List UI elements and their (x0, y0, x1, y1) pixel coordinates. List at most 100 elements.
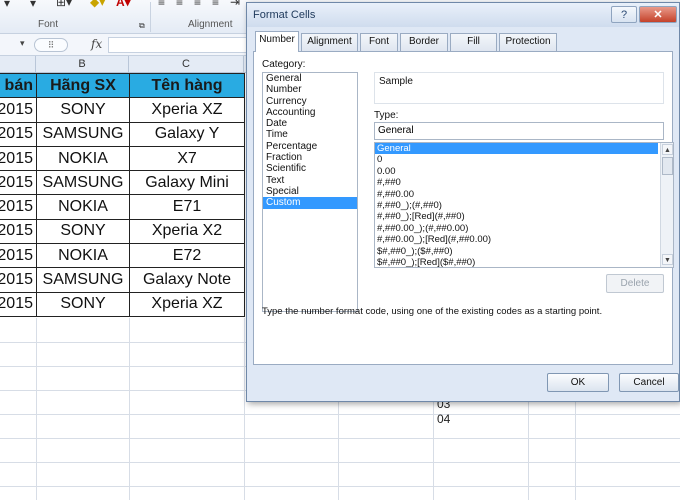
formula-bar-expand-icon[interactable]: ⠿ (34, 38, 68, 52)
tab-number[interactable]: Number (255, 31, 299, 52)
help-button[interactable]: ? (611, 6, 637, 23)
indent-icon[interactable]: ⇥ (230, 0, 240, 9)
delete-button[interactable]: Delete (606, 274, 664, 293)
category-item[interactable]: Accounting (263, 107, 357, 118)
table-cell[interactable]: SONY (36, 97, 130, 123)
table-cell[interactable]: Xperia X2 (129, 218, 245, 245)
category-item[interactable]: Date (263, 118, 357, 129)
scroll-thumb[interactable] (662, 157, 673, 175)
category-item-selected[interactable]: Custom (263, 197, 357, 209)
type-item[interactable]: #,##0.00 (375, 189, 673, 200)
table-cell[interactable]: SAMSUNG (36, 267, 130, 293)
tab-fill[interactable]: Fill (450, 33, 497, 51)
fill-color-icon[interactable]: ◆▾ (90, 0, 105, 9)
table-cell[interactable]: E72 (129, 243, 245, 269)
type-list[interactable]: General 0 0.00 #,##0 #,##0.00 #,##0_);(#… (374, 142, 674, 268)
tab-font[interactable]: Font (360, 33, 398, 51)
font-group-label: Font (38, 19, 59, 30)
table-cell[interactable]: NOKIA (36, 145, 130, 172)
text-color-icon[interactable]: A▾ (116, 0, 131, 9)
category-item[interactable]: Special (263, 186, 357, 197)
dialog-titlebar[interactable]: Format Cells ? ✕ (247, 3, 679, 27)
tab-border[interactable]: Border (400, 33, 448, 51)
table-cell[interactable]: X7 (129, 145, 245, 172)
type-item-selected[interactable]: General (375, 143, 658, 155)
category-item[interactable]: Time (263, 129, 357, 140)
column-header-b[interactable]: B (36, 56, 129, 73)
type-item[interactable]: $#,##0_);[Red]($#,##0) (375, 257, 673, 267)
type-item[interactable]: #,##0.00_);[Red](#,##0.00) (375, 234, 673, 245)
header-cell[interactable]: Hãng SX (36, 72, 130, 99)
type-item[interactable]: $#,##0_);($#,##0) (375, 246, 673, 257)
header-cell[interactable]: bán (0, 72, 37, 99)
table-row: 2015 NOKIA X7 (0, 145, 245, 172)
type-item[interactable]: #,##0 (375, 177, 673, 188)
table-cell[interactable]: 2015 (0, 291, 37, 317)
name-box-dropdown-icon[interactable]: ▾ (20, 38, 25, 49)
category-item[interactable]: Text (263, 175, 357, 186)
ok-button[interactable]: OK (547, 373, 609, 392)
gridline (575, 400, 576, 500)
table-cell[interactable]: 2015 (0, 121, 37, 147)
table-cell[interactable]: NOKIA (36, 243, 130, 269)
table-cell[interactable]: 2015 (0, 194, 37, 220)
table-cell[interactable]: 2015 (0, 97, 37, 123)
category-item[interactable]: Currency (263, 96, 357, 107)
sample-box: Sample (374, 72, 664, 104)
category-item[interactable]: General (263, 73, 357, 84)
header-cell[interactable]: Tên hàng (129, 72, 245, 99)
category-list[interactable]: General Number Currency Accounting Date … (262, 72, 358, 312)
number-tab-panel: Category: General Number Currency Accoun… (253, 51, 674, 365)
category-label: Category: (262, 59, 306, 70)
table-cell[interactable]: Galaxy Mini (129, 170, 245, 196)
category-item[interactable]: Number (263, 84, 357, 95)
table-cell[interactable]: 2015 (0, 243, 37, 269)
column-header-a[interactable] (0, 56, 36, 73)
table-cell[interactable]: 2015 (0, 170, 37, 196)
category-item[interactable]: Percentage (263, 141, 357, 152)
cell-value[interactable]: 04 (437, 412, 450, 426)
table-cell[interactable]: Xperia XZ (129, 97, 245, 123)
align-middle-icon[interactable]: ≡ (176, 0, 183, 9)
table-cell[interactable]: SONY (36, 291, 130, 317)
table-cell[interactable]: E71 (129, 194, 245, 220)
align-bottom-icon[interactable]: ≡ (194, 0, 201, 9)
type-item[interactable]: #,##0_);(#,##0) (375, 200, 673, 211)
type-item[interactable]: #,##0_);[Red](#,##0) (375, 211, 673, 222)
gridline (433, 400, 434, 500)
table-cell[interactable]: Xperia XZ (129, 291, 245, 317)
font-color-icon[interactable]: ▾ (4, 0, 10, 10)
table-cell[interactable]: SAMSUNG (36, 121, 130, 147)
table-cell[interactable]: NOKIA (36, 194, 130, 220)
table-cell[interactable]: 2015 (0, 218, 37, 245)
scroll-up-icon[interactable]: ▲ (662, 144, 673, 155)
borders-icon[interactable]: ⊞▾ (56, 0, 72, 9)
formula-input[interactable] (108, 37, 248, 53)
align-top-icon[interactable]: ≡ (158, 0, 165, 9)
close-button[interactable]: ✕ (639, 6, 677, 23)
type-list-scrollbar[interactable]: ▲ ▼ (660, 143, 673, 267)
align-right-icon[interactable]: ≡ (212, 0, 219, 9)
gridline (0, 414, 680, 415)
table-cell[interactable]: Galaxy Y (129, 121, 245, 147)
type-item[interactable]: #,##0.00_);(#,##0.00) (375, 223, 673, 234)
tab-alignment[interactable]: Alignment (301, 33, 358, 51)
insert-function-icon[interactable]: fx (91, 37, 102, 51)
type-item[interactable]: 0.00 (375, 166, 673, 177)
type-input[interactable]: General (374, 122, 664, 140)
category-item[interactable]: Scientific (263, 163, 357, 174)
table-cell[interactable]: SAMSUNG (36, 170, 130, 196)
category-item[interactable]: Fraction (263, 152, 357, 163)
table-cell[interactable]: 2015 (0, 267, 37, 293)
table-cell[interactable]: Galaxy Note (129, 267, 245, 293)
scroll-down-icon[interactable]: ▼ (662, 254, 673, 265)
font-dialog-launcher-icon[interactable]: ⧉ (139, 21, 145, 31)
font-size-dropdown-icon[interactable]: ▾ (30, 0, 36, 10)
table-cell[interactable]: 2015 (0, 145, 37, 172)
type-item[interactable]: 0 (375, 154, 673, 165)
table-row: 2015 SONY Xperia X2 (0, 218, 245, 245)
cancel-button[interactable]: Cancel (619, 373, 679, 392)
tab-protection[interactable]: Protection (499, 33, 557, 51)
column-header-c[interactable]: C (129, 56, 244, 73)
table-cell[interactable]: SONY (36, 218, 130, 245)
